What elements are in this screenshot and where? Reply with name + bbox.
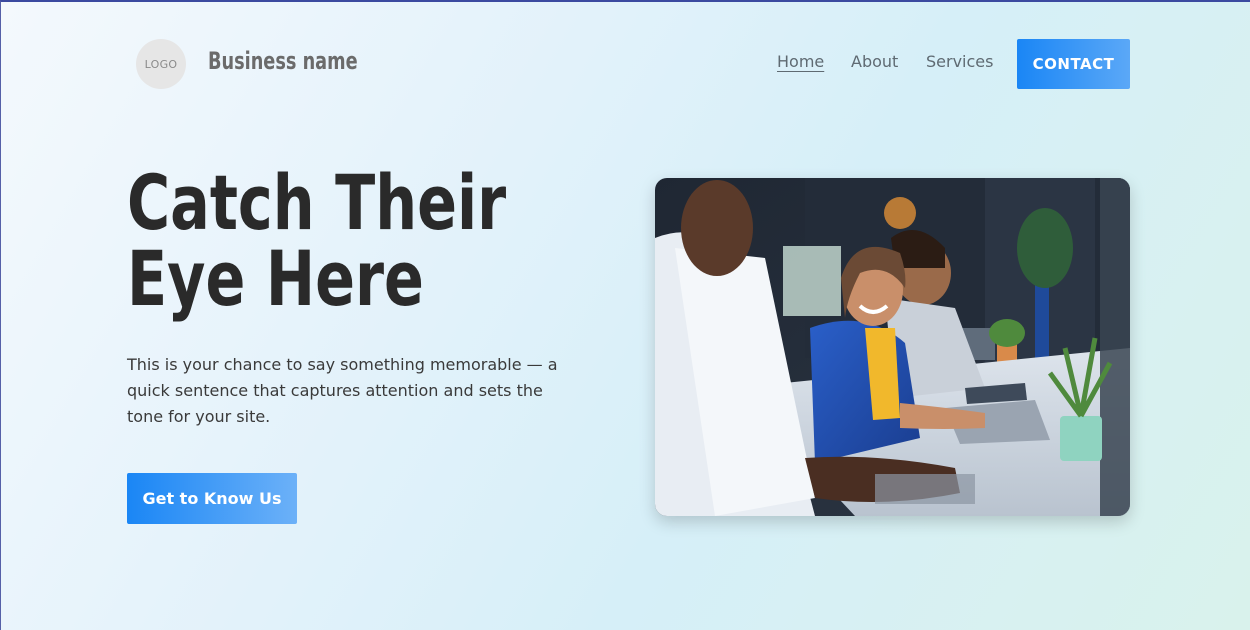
office-team-image [655, 178, 1130, 516]
nav-link-about[interactable]: About [851, 52, 898, 71]
site-header: LOGO Business name Home About Services C… [1, 2, 1250, 122]
nav-link-home[interactable]: Home [777, 52, 824, 71]
hero-headline-line-1: Catch Their [127, 158, 507, 247]
contact-button[interactable]: CONTACT [1017, 39, 1130, 89]
nav-link-services[interactable]: Services [926, 52, 993, 71]
hero-subtext: This is your chance to say something mem… [127, 355, 558, 426]
hero-headline-line-2: Eye Here [127, 234, 424, 323]
get-to-know-us-button[interactable]: Get to Know Us [127, 473, 297, 524]
hero-photo [655, 178, 1130, 516]
business-name[interactable]: Business name [208, 47, 358, 75]
hero-headline: Catch Their Eye Here [127, 165, 574, 317]
logo[interactable]: LOGO [136, 39, 186, 89]
